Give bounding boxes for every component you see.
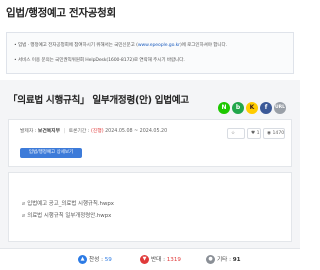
department-value: 보건복지부 (37, 129, 60, 134)
other-vote[interactable]: ● 기타 : 91 (206, 255, 241, 264)
attachment-item[interactable]: ⌀ 입법예고 공고_의료법 시행규칙.hwpx (22, 199, 114, 207)
attachment-filename: 의료법 시행규칙 일부개정령안.hwpx (27, 213, 112, 219)
attachment-item[interactable]: ⌀ 의료법 시행규칙 일부개정령안.hwpx (22, 211, 111, 219)
page-title: 입법/행정예고 전자공청회 (6, 7, 116, 19)
comment-icon: ● (206, 255, 215, 264)
meta-divider: | (63, 129, 66, 134)
detail-view-button[interactable]: 입법/행정예고 상세보기 (20, 148, 82, 158)
notice-login-suffix: )에 로그인하셔야 합니다. (179, 43, 228, 48)
thumbs-down-icon: ▼ (140, 255, 149, 264)
oppose-label: 반대 : (151, 257, 165, 263)
period-label: 토론기간 : (68, 129, 90, 134)
paperclip-icon: ⌀ (22, 213, 26, 219)
heart-icon: ♥ (251, 131, 256, 136)
post-info-card: 발제자 : 보건복지부 | 토론기간 : (진행) 2024.05.08 ~ 2… (8, 119, 292, 167)
bookmark-icon[interactable]: ☆ (227, 128, 245, 139)
band-share-icon[interactable]: b (232, 102, 244, 114)
other-label: 기타 : (217, 257, 231, 263)
url-copy-icon[interactable]: URL (274, 102, 286, 114)
agree-label: 찬성 : (89, 257, 103, 263)
period-value: 2024.05.08 ~ 2024.05.20 (105, 129, 168, 134)
attachment-filename: 입법예고 공고_의료법 시행규칙.hwpx (27, 201, 114, 207)
eye-icon: ◉ (267, 131, 272, 136)
agree-vote[interactable]: ▲ 찬성 : 59 (78, 255, 112, 264)
notice-box: • 입법 · 행정예고 전자공청회에 참여하시기 위해서는 국민신문고 (www… (6, 32, 294, 74)
oppose-vote[interactable]: ▼ 반대 : 1319 (140, 255, 181, 264)
like-count[interactable]: ♥ 1 (247, 128, 261, 139)
thumbs-up-icon: ▲ (78, 255, 87, 264)
status-badge: (진행) (91, 129, 104, 134)
view-count: ◉ 1470 (263, 128, 285, 139)
vote-bar: ▲ 찬성 : 59 ▼ 반대 : 1319 ● 기타 : 91 (0, 248, 300, 270)
kakao-share-icon[interactable]: K (246, 102, 258, 114)
agree-count: 59 (104, 257, 112, 263)
epeople-link[interactable]: www.epeople.go.kr (138, 43, 180, 48)
oppose-count: 1319 (166, 257, 181, 263)
facebook-share-icon[interactable]: f (260, 102, 272, 114)
notice-helpdesk: • 서비스 이용 문의는 국민권익위원회 HelpDesk(1600-8172)… (14, 58, 185, 63)
other-count: 91 (232, 257, 241, 263)
like-count-value: 1 (256, 131, 260, 136)
attachment-list: ⌀ 입법예고 공고_의료법 시행규칙.hwpx ⌀ 의료법 시행규칙 일부개정령안.… (8, 172, 292, 242)
post-title: 「의료법 시행규칙」 일부개정령(안) 입법예고 (8, 95, 189, 106)
paperclip-icon: ⌀ (22, 201, 26, 207)
notice-login-prefix: • 입법 · 행정예고 전자공청회에 참여하시기 위해서는 국민신문고 ( (14, 43, 138, 48)
view-count-value: 1470 (272, 131, 285, 136)
notice-login: • 입법 · 행정예고 전자공청회에 참여하시기 위해서는 국민신문고 (www… (14, 42, 227, 48)
department-label: 발제자 : (20, 129, 37, 134)
post-meta: 발제자 : 보건복지부 | 토론기간 : (진행) 2024.05.08 ~ 2… (20, 127, 167, 134)
naver-share-icon[interactable]: N (218, 102, 230, 114)
